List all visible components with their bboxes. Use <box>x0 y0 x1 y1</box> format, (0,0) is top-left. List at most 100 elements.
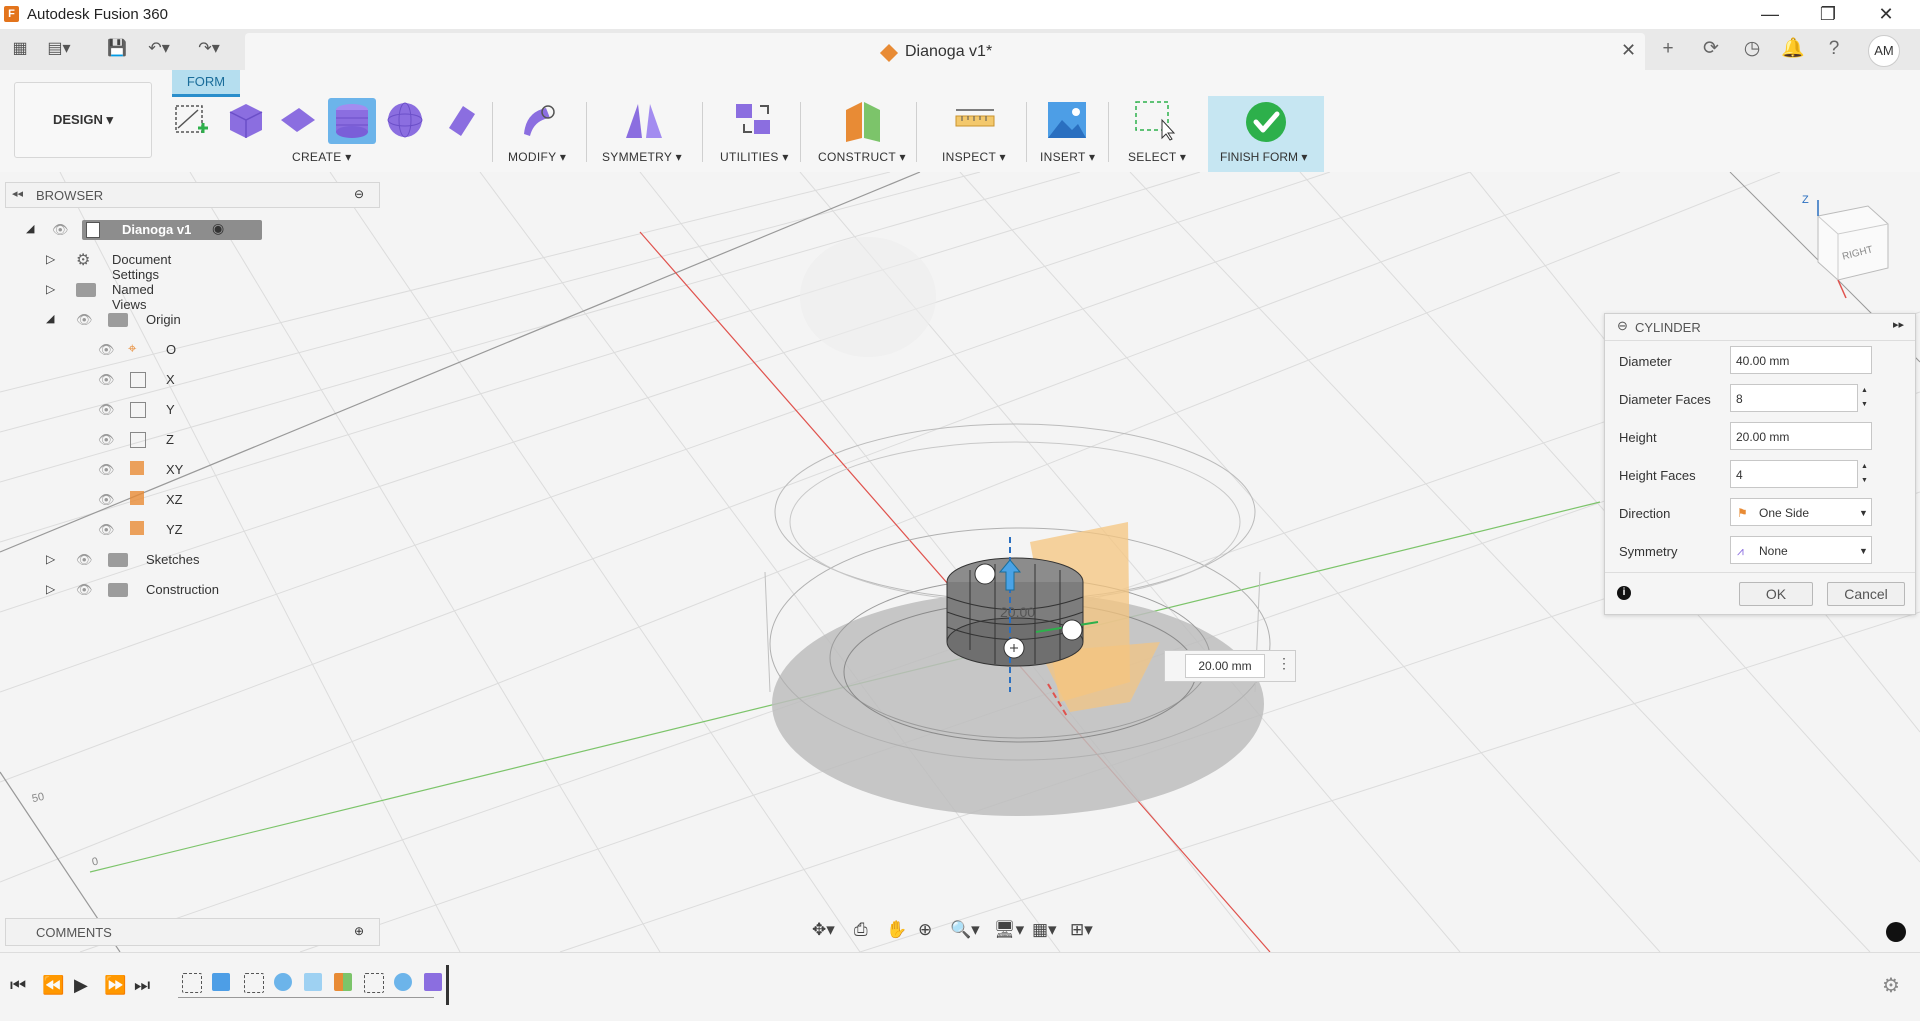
measure-icon[interactable] <box>952 98 998 142</box>
add-comment-icon[interactable]: ⊕ <box>354 924 364 938</box>
extensions-icon[interactable]: ⟳ <box>1697 35 1725 63</box>
construct-menu[interactable]: CONSTRUCT ▾ <box>818 150 906 164</box>
collapse-arrow-icon[interactable]: ◢ <box>26 222 34 235</box>
grid-settings-icon[interactable]: ▦▾ <box>1032 920 1057 940</box>
modify-menu[interactable]: MODIFY ▾ <box>508 150 566 164</box>
expand-arrow-icon[interactable]: ▷ <box>46 252 55 266</box>
utilities-icon[interactable] <box>730 98 776 142</box>
look-at-icon[interactable]: ⎙ <box>854 920 868 940</box>
timeline-feature-sketch[interactable] <box>244 973 264 993</box>
pan-icon[interactable]: ✋ <box>886 920 907 940</box>
display-settings-icon[interactable]: 🖥▾ <box>994 920 1024 940</box>
box-icon[interactable] <box>222 98 268 142</box>
diameter-field[interactable]: 40.00 mm <box>1730 346 1872 374</box>
visibility-eye-icon[interactable]: 👁 <box>98 462 116 477</box>
symmetry-dropdown[interactable]: None ⩘ ▼ <box>1730 536 1872 564</box>
document-tab[interactable]: Dianoga v1* ✕ <box>245 33 1645 70</box>
timeline-play-icon[interactable]: ▶ <box>74 975 88 996</box>
redo-icon[interactable]: ↷▾ <box>196 37 222 61</box>
tab-form[interactable]: FORM <box>172 70 240 97</box>
insert-image-icon[interactable] <box>1044 98 1090 142</box>
timeline-last-icon[interactable]: ⏭ <box>134 975 150 996</box>
visibility-eye-icon[interactable]: 👁 <box>98 432 116 447</box>
ok-button[interactable]: OK <box>1739 582 1813 606</box>
visibility-eye-icon[interactable]: 👁 <box>98 522 116 537</box>
close-tab-icon[interactable]: ✕ <box>1621 40 1636 61</box>
visibility-eye-icon[interactable]: 👁 <box>98 492 116 507</box>
timeline-feature-extrude[interactable] <box>212 973 230 991</box>
inspect-menu[interactable]: INSPECT ▾ <box>942 150 1006 164</box>
orientation-indicator-icon[interactable] <box>1886 922 1906 942</box>
collapse-browser-icon[interactable]: ◂◂ <box>12 187 23 200</box>
modify-icon[interactable] <box>516 98 562 142</box>
height-field[interactable]: 20.00 mm <box>1730 422 1872 450</box>
expand-arrow-icon[interactable]: ▷ <box>46 282 55 296</box>
visibility-eye-icon[interactable]: 👁 <box>76 552 94 567</box>
file-menu-icon[interactable]: ▤▾ <box>46 37 72 61</box>
undo-icon[interactable]: ↶▾ <box>146 37 172 61</box>
height-faces-stepper[interactable]: ▲ ▼ <box>1861 460 1873 488</box>
zoom-icon[interactable]: ⊕ <box>918 920 932 940</box>
help-icon[interactable]: ? <box>1820 35 1848 63</box>
height-faces-field[interactable]: 4 <box>1730 460 1858 488</box>
close-window-icon[interactable]: ✕ <box>1858 0 1914 29</box>
activate-radio-icon[interactable]: ◉ <box>212 220 224 237</box>
comments-header[interactable]: COMMENTS ⊕ <box>5 918 380 946</box>
dimension-input[interactable]: 20.00 mm <box>1185 654 1265 678</box>
timeline-feature-revolve[interactable] <box>394 973 412 991</box>
select-icon[interactable] <box>1132 98 1178 142</box>
restore-icon[interactable]: ❐ <box>1800 0 1856 29</box>
utilities-menu[interactable]: UTILITIES ▾ <box>720 150 789 164</box>
tree-root[interactable]: ◢ 👁 Dianoga v1 ◉ <box>24 218 384 244</box>
timeline-feature-plane[interactable] <box>334 973 352 991</box>
quadball-icon[interactable] <box>437 98 483 142</box>
collapse-arrow-icon[interactable]: ◢ <box>46 312 54 325</box>
notifications-icon[interactable]: 🔔 <box>1779 35 1807 63</box>
expand-arrow-icon[interactable]: ▷ <box>46 582 55 596</box>
direction-dropdown[interactable]: One Side ⚑ ▼ <box>1730 498 1872 526</box>
visibility-eye-icon[interactable]: 👁 <box>98 402 116 417</box>
expand-arrow-icon[interactable]: ▷ <box>46 552 55 566</box>
job-status-icon[interactable]: ◷ <box>1738 35 1766 63</box>
expand-dialog-icon[interactable]: ▸▸ <box>1893 318 1904 331</box>
construct-icon[interactable] <box>840 98 886 142</box>
symmetry-icon[interactable] <box>620 98 666 142</box>
user-avatar[interactable]: AM <box>1868 35 1900 67</box>
visibility-eye-icon[interactable]: 👁 <box>98 372 116 387</box>
minimize-icon[interactable]: — <box>1742 0 1798 29</box>
timeline-settings-gear-icon[interactable]: ⚙ <box>1882 973 1900 998</box>
app-grid-icon[interactable]: ▦ <box>7 37 33 61</box>
save-icon[interactable]: 💾 <box>104 37 130 61</box>
visibility-eye-icon[interactable]: 👁 <box>76 582 94 597</box>
workspace-switcher[interactable]: DESIGN ▾ <box>14 82 152 158</box>
timeline-prev-icon[interactable]: ⏪ <box>42 975 64 996</box>
finish-form-button[interactable]: FINISH FORM ▾ <box>1208 96 1324 172</box>
cylinder-tool-active[interactable] <box>328 98 376 144</box>
select-menu[interactable]: SELECT ▾ <box>1128 150 1186 164</box>
fit-icon[interactable]: 🔍▾ <box>950 920 980 940</box>
timeline-feature-form[interactable] <box>424 973 442 991</box>
more-options-icon[interactable]: ⋮ <box>1277 655 1291 672</box>
visibility-eye-icon[interactable]: 👁 <box>76 312 94 327</box>
insert-menu[interactable]: INSERT ▾ <box>1040 150 1095 164</box>
plane-icon[interactable] <box>275 98 321 142</box>
timeline-feature-revolve[interactable] <box>274 973 292 991</box>
create-menu[interactable]: CREATE ▾ <box>292 150 352 164</box>
new-tab-icon[interactable]: + <box>1654 35 1682 63</box>
dialog-header[interactable]: ⊖ CYLINDER ▸▸ <box>1605 314 1915 341</box>
orbit-icon[interactable]: ✥▾ <box>812 920 835 940</box>
timeline-feature-sketch[interactable] <box>364 973 384 993</box>
symmetry-menu[interactable]: SYMMETRY ▾ <box>602 150 682 164</box>
browser-minimize-icon[interactable]: ⊖ <box>354 187 364 201</box>
timeline-next-icon[interactable]: ⏩ <box>104 975 126 996</box>
timeline-feature-shell[interactable] <box>304 973 322 991</box>
viewports-icon[interactable]: ⊞▾ <box>1070 920 1093 940</box>
create-sketch-icon[interactable] <box>168 98 214 142</box>
timeline-marker[interactable] <box>446 965 449 1005</box>
diameter-faces-stepper[interactable]: ▲ ▼ <box>1861 384 1873 412</box>
browser-header[interactable]: ◂◂ BROWSER ⊖ <box>5 182 380 208</box>
timeline-feature-sketch[interactable] <box>182 973 202 993</box>
cancel-button[interactable]: Cancel <box>1827 582 1905 606</box>
timeline-first-icon[interactable]: ⏮ <box>10 975 26 996</box>
info-icon[interactable]: i <box>1617 586 1631 600</box>
